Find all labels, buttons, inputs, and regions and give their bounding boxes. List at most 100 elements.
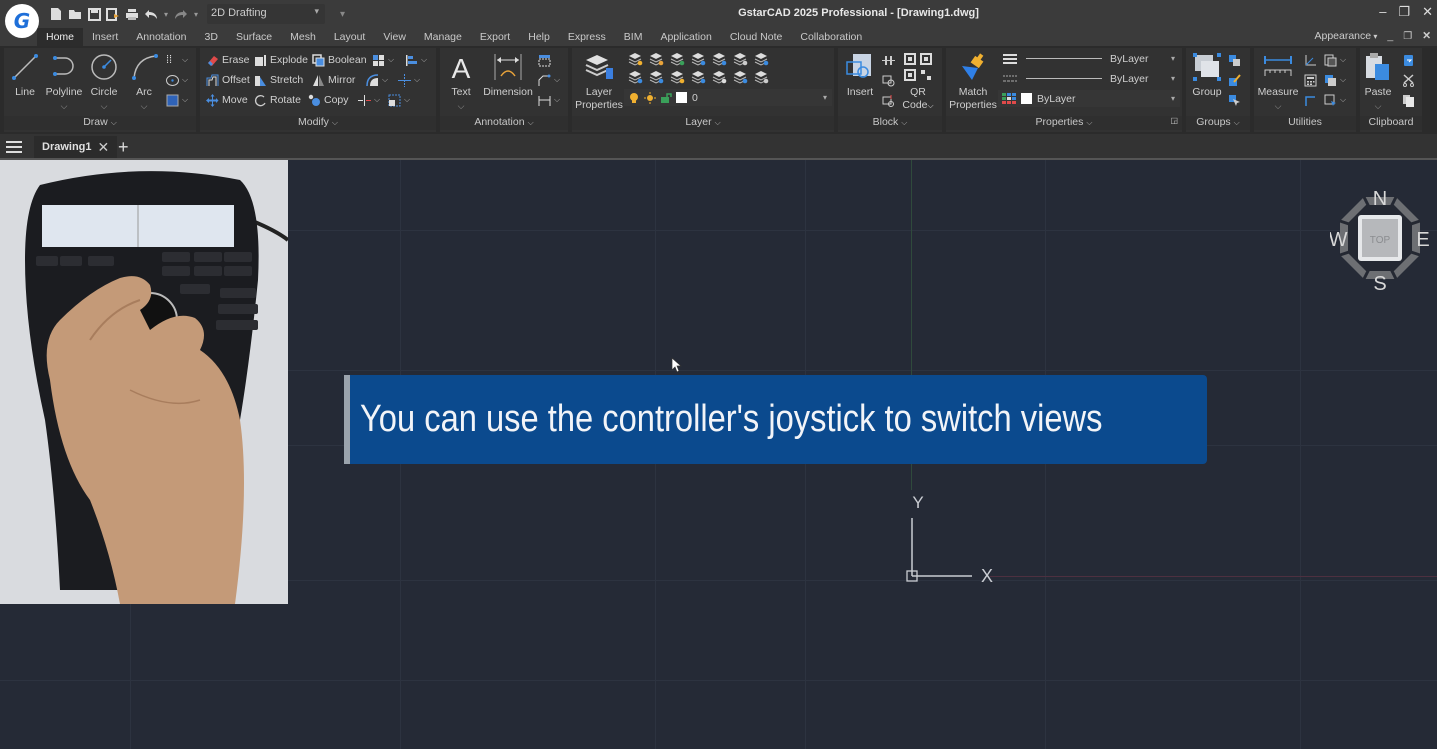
groups-panel-label[interactable]: Groups ⌵ — [1186, 116, 1250, 130]
layer-lock-icon[interactable] — [691, 52, 707, 66]
tab-collaboration[interactable]: Collaboration — [791, 28, 871, 46]
appearance-menu[interactable]: Appearance ▾ — [1314, 30, 1377, 42]
rotate-button[interactable]: Rotate — [254, 92, 301, 108]
explode-button[interactable]: Explode — [254, 52, 308, 68]
tab-annotation[interactable]: Annotation — [127, 28, 195, 46]
leader-dropdown[interactable]: ⌵ — [538, 72, 560, 88]
paste-button[interactable]: Paste ⌵ — [1362, 52, 1394, 113]
layer-off-icon[interactable] — [628, 52, 644, 66]
doc-close-icon[interactable]: ✕ — [1422, 30, 1431, 42]
select-similar-dropdown[interactable]: ⌵ — [1324, 52, 1346, 68]
properties-panel-label[interactable]: Properties ⌵ ◲ — [946, 116, 1182, 130]
minimize-icon[interactable]: – — [1379, 4, 1386, 20]
layer-states-icon[interactable] — [754, 70, 770, 84]
dimension-button[interactable]: Dimension — [482, 52, 534, 99]
arc-button[interactable]: Arc ⌵ — [130, 52, 158, 113]
block-panel-label[interactable]: Block ⌵ — [838, 116, 942, 130]
compass-north[interactable]: N — [1373, 188, 1387, 210]
block-editor-button[interactable] — [882, 52, 895, 68]
line-button[interactable]: Line — [10, 52, 40, 99]
tab-application[interactable]: Application — [651, 28, 720, 46]
layer-properties-button[interactable]: Layer Properties — [574, 52, 624, 112]
scale-dropdown[interactable]: ⌵ — [388, 92, 410, 108]
insert-block-button[interactable]: Insert — [842, 52, 878, 99]
document-tab-drawing1[interactable]: Drawing1 ✕ — [34, 136, 118, 158]
tab-help[interactable]: Help — [519, 28, 559, 46]
array-dropdown[interactable]: ⌵ — [372, 52, 394, 68]
id-point-button[interactable] — [1304, 52, 1317, 68]
copy-clip-button[interactable] — [1402, 52, 1415, 68]
close-icon[interactable]: ✕ — [1422, 4, 1433, 20]
clipboard-panel-label[interactable]: Clipboard — [1360, 116, 1422, 130]
linetype-dropdown[interactable]: ByLayer ▾ — [998, 70, 1180, 87]
utilities-panel-label[interactable]: Utilities — [1254, 116, 1356, 130]
layer-merge-icon[interactable] — [712, 70, 728, 84]
tab-home[interactable]: Home — [37, 28, 84, 46]
restore-icon[interactable]: ❐ — [1398, 4, 1410, 20]
layer-unlock-icon[interactable] — [691, 70, 707, 84]
doc-minimize-icon[interactable]: _ — [1387, 30, 1393, 42]
layer-match-icon[interactable] — [712, 52, 728, 66]
layer-unisolate-icon[interactable] — [649, 70, 665, 84]
create-block-button[interactable] — [882, 72, 895, 88]
ellipse-dropdown[interactable]: ⌵ — [166, 72, 188, 88]
linear-dim-dropdown[interactable]: ⌵ — [538, 92, 560, 108]
compass-east[interactable]: E — [1416, 229, 1429, 251]
annotation-panel-label[interactable]: Annotation ⌵ — [440, 116, 568, 130]
select-window-dropdown[interactable]: ⌵ — [1324, 92, 1346, 108]
tab-surface[interactable]: Surface — [227, 28, 281, 46]
point-dropdown[interactable]: ⁞⁞ ⌵ — [166, 52, 188, 68]
layer-isolate-icon[interactable] — [649, 52, 665, 66]
group-edit-button[interactable] — [1228, 72, 1241, 88]
align-dropdown[interactable]: ⌵ — [405, 52, 427, 68]
compass-west[interactable]: W — [1330, 229, 1348, 251]
stretch-button[interactable]: Stretch — [254, 72, 303, 88]
layer-previous-icon[interactable] — [733, 52, 749, 66]
polyline-button[interactable]: Polyline ⌵ — [44, 52, 84, 113]
boolean-button[interactable]: Boolean — [312, 52, 367, 68]
layer-on-icon[interactable] — [628, 70, 644, 84]
layer-dropdown[interactable]: 0 ▾ — [624, 89, 832, 106]
tab-3d[interactable]: 3D — [196, 28, 227, 46]
layer-freeze-icon[interactable] — [670, 52, 686, 66]
tab-cloud-note[interactable]: Cloud Note — [721, 28, 792, 46]
layer-walk-icon[interactable] — [754, 52, 770, 66]
doc-restore-icon[interactable]: ❐ — [1403, 31, 1412, 42]
copy-clipboard-button[interactable] — [1402, 92, 1415, 108]
tab-bim[interactable]: BIM — [615, 28, 652, 46]
text-button[interactable]: A Text ⌵ — [446, 52, 476, 113]
trim-dropdown[interactable]: ⌵ — [398, 72, 420, 88]
mirror-button[interactable]: Mirror — [312, 72, 355, 88]
compass-south[interactable]: S — [1373, 273, 1386, 295]
attribute-button[interactable] — [882, 92, 895, 108]
ungroup-button[interactable] — [1228, 52, 1241, 68]
table-button[interactable] — [538, 52, 551, 68]
color-dropdown[interactable]: ByLayer ▾ — [998, 90, 1180, 107]
layer-delete-icon[interactable] — [733, 70, 749, 84]
modify-panel-label[interactable]: Modify ⌵ — [200, 116, 436, 130]
draw-panel-label[interactable]: Draw ⌵ — [4, 116, 196, 130]
tab-view[interactable]: View — [374, 28, 415, 46]
drawing-canvas[interactable]: You can use the controller's joystick to… — [0, 160, 1437, 749]
group-button[interactable]: Group — [1190, 52, 1224, 99]
calculator-button[interactable] — [1304, 72, 1317, 88]
cut-button[interactable] — [1402, 72, 1415, 88]
tab-express[interactable]: Express — [559, 28, 615, 46]
viewcube[interactable]: TOP N S E W — [1330, 185, 1430, 295]
move-button[interactable]: Move — [206, 92, 248, 108]
layer-panel-label[interactable]: Layer ⌵ — [572, 116, 834, 130]
break-dropdown[interactable]: ⌵ — [358, 92, 380, 108]
tab-mesh[interactable]: Mesh — [281, 28, 325, 46]
close-tab-icon[interactable]: ✕ — [98, 139, 110, 156]
tab-manage[interactable]: Manage — [415, 28, 471, 46]
measure-button[interactable]: Measure ⌵ — [1256, 52, 1300, 113]
match-properties-button[interactable]: Match Properties — [948, 52, 998, 112]
layer-thaw-icon[interactable] — [670, 70, 686, 84]
hamburger-menu-icon[interactable] — [6, 141, 22, 153]
circle-button[interactable]: Circle ⌵ — [88, 52, 120, 113]
tab-export[interactable]: Export — [471, 28, 519, 46]
app-logo[interactable]: G — [5, 4, 39, 38]
tab-layout[interactable]: Layout — [325, 28, 375, 46]
hatch-dropdown[interactable]: ⌵ — [166, 92, 188, 108]
erase-button[interactable]: Erase — [206, 52, 249, 68]
